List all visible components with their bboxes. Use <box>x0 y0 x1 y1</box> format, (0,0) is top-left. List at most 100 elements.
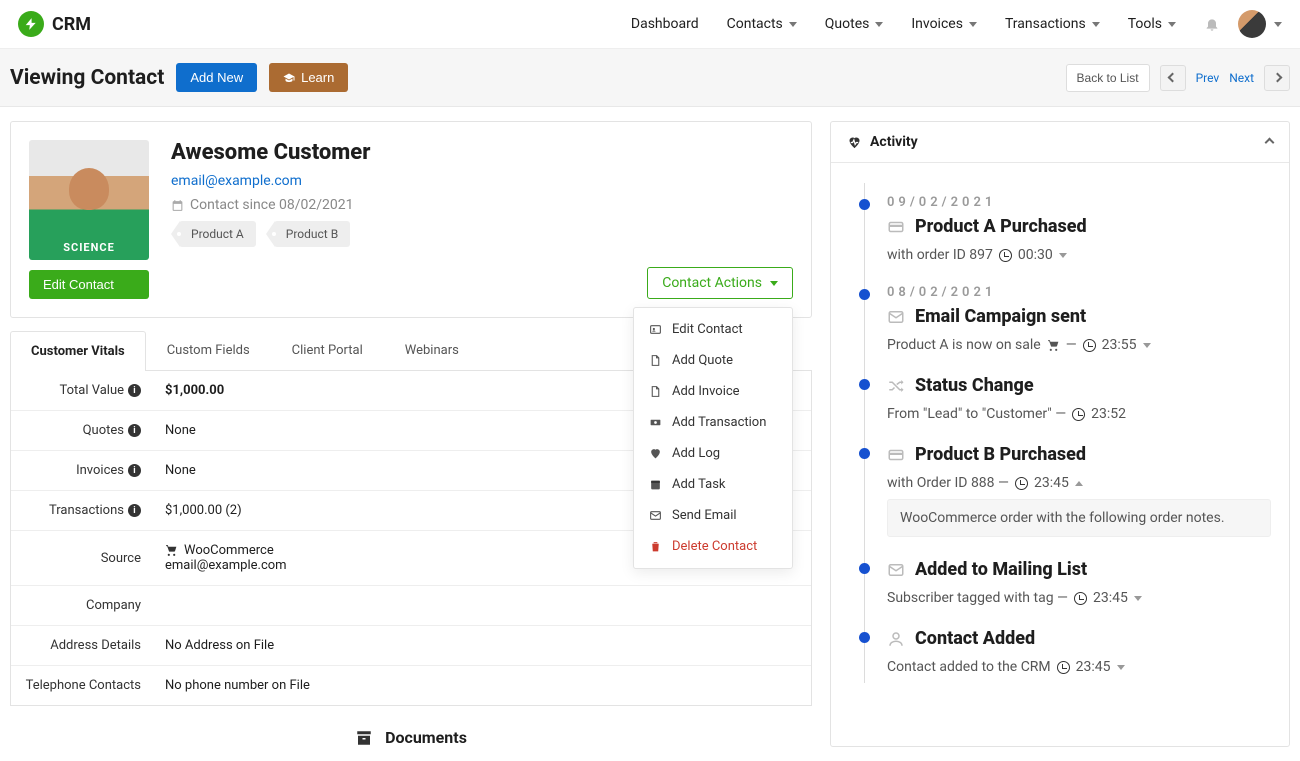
vitals-label: Invoices <box>76 463 124 478</box>
vitals-row-address: Address Details No Address on File <box>11 626 811 666</box>
prev-page-button[interactable] <box>1160 65 1186 91</box>
cart-icon <box>165 544 178 557</box>
prev-link[interactable]: Prev <box>1196 71 1220 85</box>
trash-icon <box>648 540 662 553</box>
timeline-title: Product B Purchased <box>887 444 1271 465</box>
caret-down-icon <box>875 22 883 27</box>
action-add-log[interactable]: Add Log <box>634 438 792 469</box>
brand-name: CRM <box>52 14 91 35</box>
back-to-list-button[interactable]: Back to List <box>1066 64 1150 92</box>
nav-contacts-label: Contacts <box>727 16 783 32</box>
action-add-task[interactable]: Add Task <box>634 469 792 500</box>
timeline-dot-icon <box>859 563 870 574</box>
tag-product-a[interactable]: Product A <box>179 221 256 247</box>
timeline-item: 08/02/2021Email Campaign sentProduct A i… <box>859 285 1271 353</box>
clock-icon <box>1057 661 1070 674</box>
tab-customer-vitals[interactable]: Customer Vitals <box>10 331 146 371</box>
contact-actions-button[interactable]: Contact Actions <box>647 267 793 299</box>
tab-client-portal[interactable]: Client Portal <box>271 330 384 370</box>
documents-section-header: Documents <box>10 706 812 747</box>
action-add-invoice[interactable]: Add Invoice <box>634 376 792 407</box>
mail-icon <box>887 308 905 326</box>
dd-label: Delete Contact <box>672 539 757 554</box>
dd-label: Add Transaction <box>672 415 766 430</box>
contact-actions-label: Contact Actions <box>662 275 762 291</box>
nav-transactions[interactable]: Transactions <box>1005 16 1100 32</box>
next-link[interactable]: Next <box>1229 71 1254 85</box>
nav-transactions-label: Transactions <box>1005 16 1086 32</box>
tab-webinars[interactable]: Webinars <box>384 330 480 370</box>
caret-down-icon[interactable] <box>1117 665 1125 670</box>
info-icon[interactable]: i <box>128 464 141 477</box>
nav-quotes[interactable]: Quotes <box>825 16 884 32</box>
card-icon <box>887 446 905 464</box>
timeline-date: 08/02/2021 <box>887 285 1271 300</box>
contact-since: Contact since 08/02/2021 <box>171 197 370 213</box>
timeline-date: 09/02/2021 <box>887 195 1271 210</box>
add-new-button[interactable]: Add New <box>176 63 257 92</box>
activity-header[interactable]: Activity <box>831 122 1289 163</box>
user-menu[interactable] <box>1238 10 1282 38</box>
action-add-transaction[interactable]: Add Transaction <box>634 407 792 438</box>
dd-label: Add Log <box>672 446 720 461</box>
vitals-label: Quotes <box>83 423 124 438</box>
contact-email-link[interactable]: email@example.com <box>171 173 370 189</box>
caret-down-icon <box>1168 22 1176 27</box>
chevron-left-icon <box>1168 73 1178 83</box>
caret-down-icon[interactable] <box>1143 343 1151 348</box>
file-icon <box>648 354 662 367</box>
tag-product-b[interactable]: Product B <box>274 221 350 247</box>
caret-down-icon[interactable] <box>1134 596 1142 601</box>
cal-icon <box>648 478 662 491</box>
source-name: WooCommerce <box>184 543 274 558</box>
timeline-desc: Contact added to the CRM23:45 <box>887 659 1271 675</box>
heart-icon <box>648 447 662 460</box>
timeline-title: Status Change <box>887 375 1271 396</box>
nav-right <box>1204 10 1282 38</box>
avatar-icon <box>1238 10 1266 38</box>
vitals-value: No phone number on File <box>151 666 811 705</box>
action-send-email[interactable]: Send Email <box>634 500 792 531</box>
nav-dashboard[interactable]: Dashboard <box>631 16 699 32</box>
heartbeat-icon <box>847 135 862 150</box>
info-icon[interactable]: i <box>128 384 141 397</box>
vitals-label: Source <box>101 551 141 566</box>
top-bar: CRM Dashboard Contacts Quotes Invoices T… <box>0 0 1300 49</box>
user-icon <box>887 630 905 648</box>
clock-icon <box>1083 339 1096 352</box>
contact-actions-wrap: Contact Actions Edit ContactAdd QuoteAdd… <box>647 267 793 299</box>
logo-mark-icon <box>18 11 44 37</box>
mail-icon <box>887 561 905 579</box>
caret-down-icon <box>1274 22 1282 27</box>
action-delete-contact[interactable]: Delete Contact <box>634 531 792 562</box>
learn-button[interactable]: Learn <box>269 63 348 92</box>
caret-down-icon[interactable] <box>1059 253 1067 258</box>
dd-label: Send Email <box>672 508 737 523</box>
brand-logo[interactable]: CRM <box>18 11 91 37</box>
caret-up-icon[interactable] <box>1075 481 1083 486</box>
nav-contacts[interactable]: Contacts <box>727 16 797 32</box>
card-icon <box>887 218 905 236</box>
info-icon[interactable]: i <box>128 504 141 517</box>
info-icon[interactable]: i <box>128 424 141 437</box>
vitals-label: Address Details <box>50 638 141 653</box>
contact-since-text: Contact since 08/02/2021 <box>190 197 354 213</box>
tab-custom-fields[interactable]: Custom Fields <box>146 330 271 370</box>
nav-tools-label: Tools <box>1128 16 1162 32</box>
archive-icon <box>355 729 373 747</box>
timeline-title: Email Campaign sent <box>887 306 1271 327</box>
timeline-item: Added to Mailing ListSubscriber tagged w… <box>859 559 1271 606</box>
next-page-button[interactable] <box>1264 65 1290 91</box>
bell-icon[interactable] <box>1204 16 1220 32</box>
clock-icon <box>1074 592 1087 605</box>
edit-contact-button[interactable]: Edit Contact <box>29 270 149 299</box>
vitals-row-company: Company <box>11 586 811 626</box>
action-edit-contact[interactable]: Edit Contact <box>634 314 792 345</box>
action-add-quote[interactable]: Add Quote <box>634 345 792 376</box>
nav-tools[interactable]: Tools <box>1128 16 1176 32</box>
timeline-item: Status ChangeFrom "Lead" to "Customer" —… <box>859 375 1271 422</box>
nav-invoices[interactable]: Invoices <box>911 16 977 32</box>
dd-label: Add Task <box>672 477 726 492</box>
caret-down-icon <box>1092 22 1100 27</box>
main-nav: Dashboard Contacts Quotes Invoices Trans… <box>631 10 1282 38</box>
